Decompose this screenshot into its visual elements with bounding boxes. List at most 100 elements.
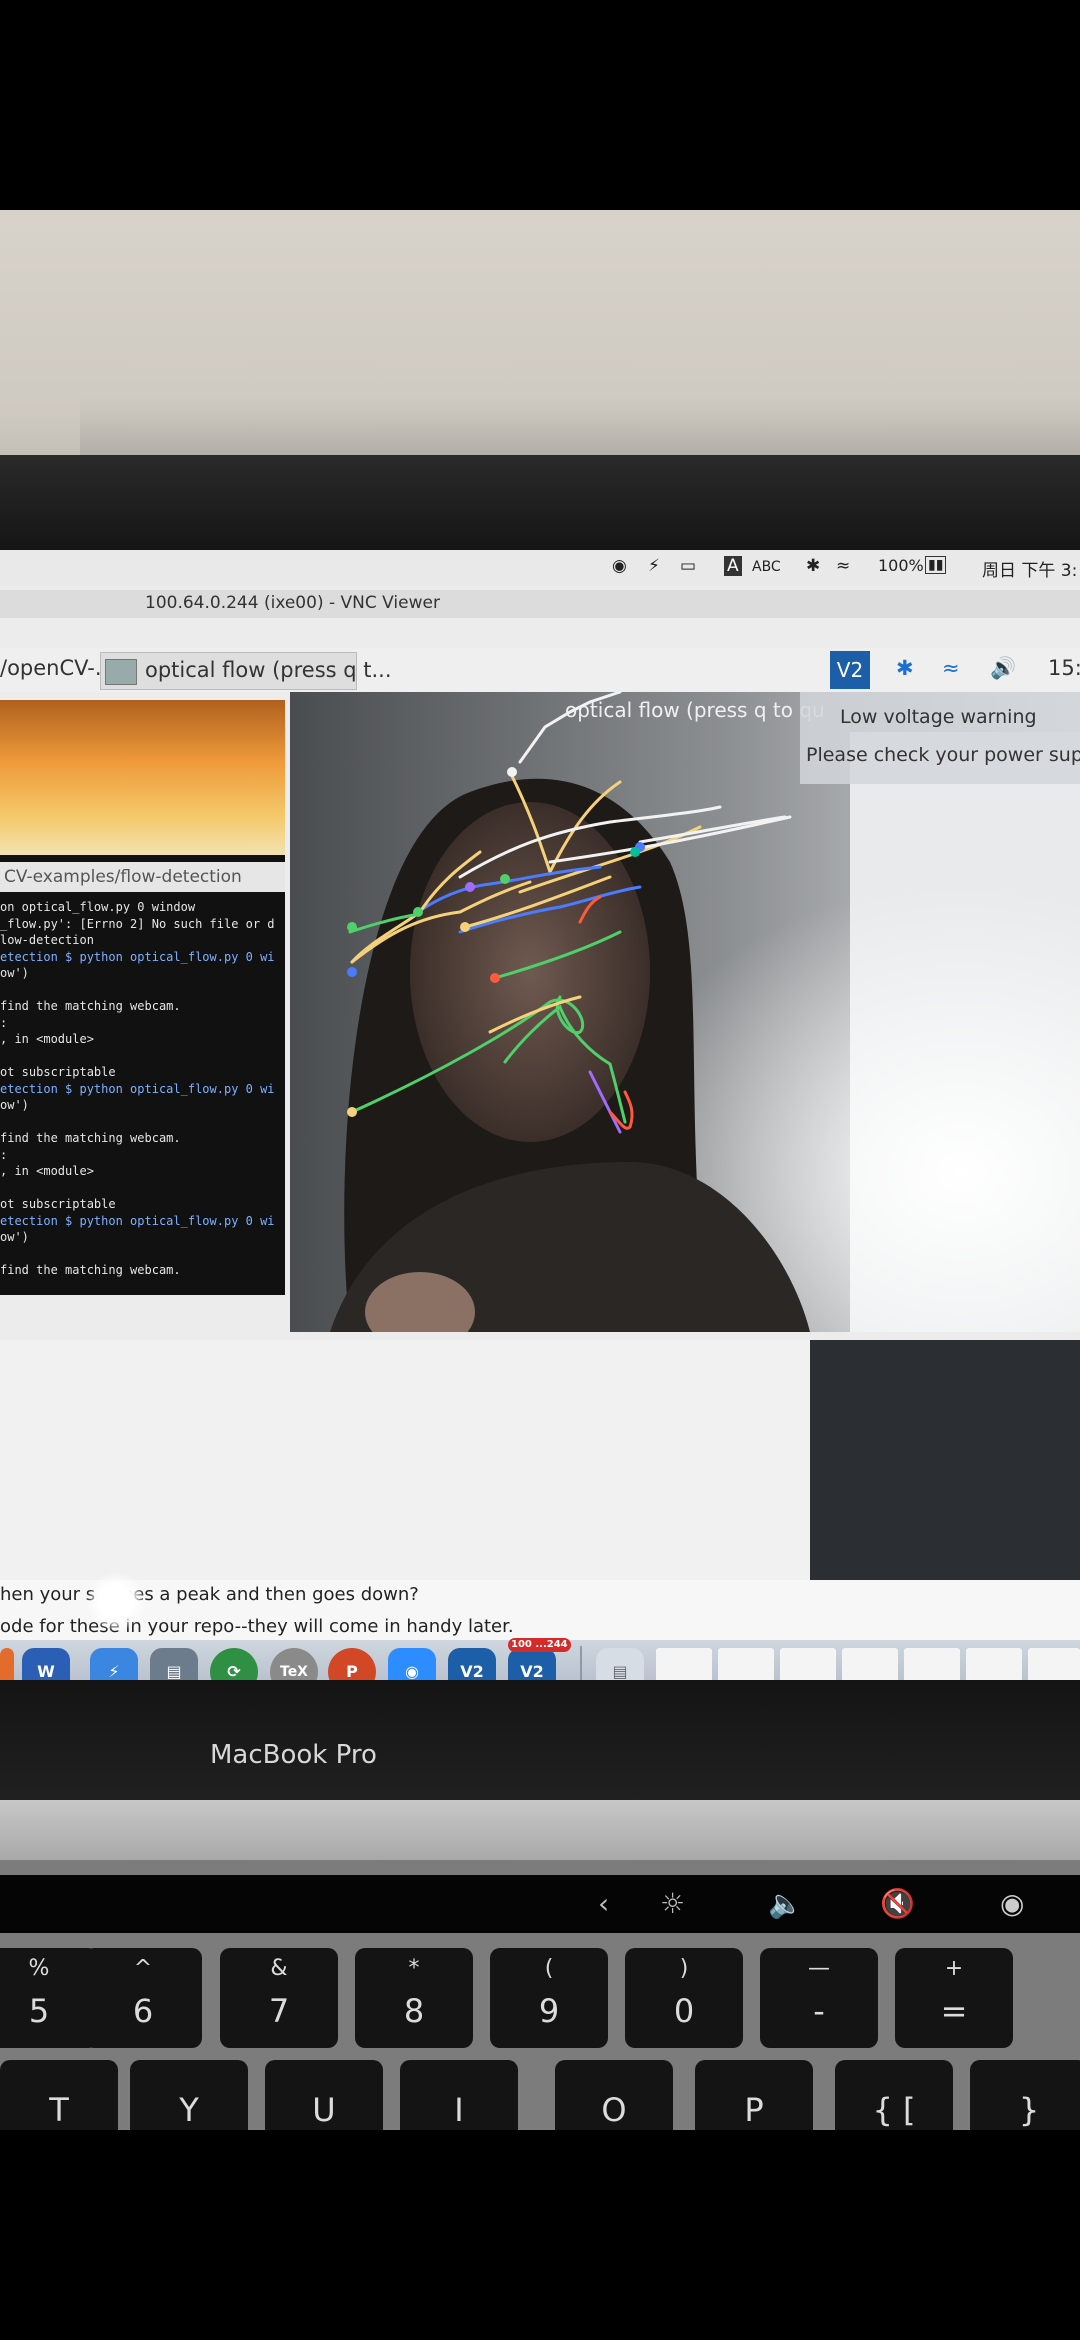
camera-icon[interactable]: ◉ [612,556,627,576]
mac-menubar: ◉ ⚡ ▭ A ABC ✱ ≈ 100% ▮▮ 周日 下午 3: [0,550,1080,586]
key[interactable]: P [695,2060,813,2130]
key-label: 8 [403,1992,425,2030]
terminal-line: : [0,1015,8,1030]
airplay-icon[interactable]: ▭ [680,556,696,576]
laptop-bottom-bezel [0,1680,1080,1800]
tex-icon[interactable]: TeX [270,1648,318,1680]
dock-badge: 100 ...244 [508,1638,571,1652]
window-thumbnail[interactable] [656,1648,712,1680]
window-thumbnail[interactable] [1028,1648,1080,1680]
menubar-clock[interactable]: 周日 下午 3: [982,556,1077,581]
input-a-icon[interactable]: A [724,556,742,576]
taskbar-optical-flow-task[interactable]: optical flow (press q t... [100,652,392,690]
terminal-line: low-detection [0,933,94,947]
glare-spot [86,1572,146,1632]
background-webpage: hen your s aches a peak and then goes do… [0,1572,1080,1640]
terminal-line: : [0,1147,8,1162]
letter-key-row: T Y U I O P { [} [0,2060,1080,2130]
webpage-line-2: ode for these in your repo--they will co… [0,1616,514,1637]
touch-bar: ‹ ☼ 🔈 🔇 ◉ [0,1875,1080,1933]
key[interactable]: * 8 [355,1948,473,2048]
key[interactable]: — - [760,1948,878,2048]
key-shift-label: & [270,1956,288,1981]
key[interactable]: ) 0 [625,1948,743,2048]
key[interactable]: T [0,2060,118,2130]
vnc-viewer-icon[interactable]: V2 [448,1648,496,1680]
lightning-app-icon[interactable]: ⚡ [90,1648,138,1680]
terminal-line: on optical_flow.py 0 window [0,900,196,914]
terminal-line: ot subscriptable [0,1197,116,1211]
image-capture-icon[interactable]: ▤ [150,1648,198,1680]
key[interactable]: I [400,2060,518,2130]
window-thumbnail[interactable] [718,1648,774,1680]
macbook-model-label: MacBook Pro [210,1740,377,1770]
window-thumbnail[interactable] [842,1648,898,1680]
sync-app-icon[interactable]: ⟳ [210,1648,258,1680]
key-shift-label: + [944,1956,964,1981]
terminal-line: ow') [0,1230,29,1244]
mute-icon[interactable]: 🔇 [880,1887,915,1920]
taskbar-clock[interactable]: 15: [1048,656,1080,680]
window-thumbnail[interactable] [780,1648,836,1680]
key-label: 0 [673,1992,695,2030]
number-key-row: % 5 ^ 6 & 7 * 8(9) 0— - + = [0,1948,1080,2048]
terminal-line: etection $ python optical_flow.py 0 wi [0,1081,275,1096]
key[interactable]: O [555,2060,673,2130]
brightness-icon[interactable]: ☼ [660,1887,685,1920]
dock-divider [580,1646,582,1680]
bluetooth-icon[interactable]: ✱ [806,556,820,576]
bluetooth-icon[interactable]: ✱ [896,656,914,680]
word-icon[interactable]: W [22,1648,70,1680]
key-shift-label: ( [544,1956,554,1981]
terminal-line: find the matching webcam. [0,1263,181,1277]
terminal-path-bar: CV-examples/flow-detection [0,862,285,892]
key[interactable]: } [970,2060,1080,2130]
terminal-window[interactable]: CV-examples/flow-detection on optical_fl… [0,700,285,1295]
dock-app-icon[interactable] [0,1648,14,1680]
desktop-wallpaper [0,700,285,855]
video-window-title: optical flow (press q to qu [565,698,825,722]
low-voltage-notification[interactable]: Low voltage warning Please check your po… [800,692,1080,784]
wifi-icon[interactable]: ≈ [836,556,850,576]
window-thumbnail[interactable] [966,1648,1022,1680]
terminal-line: etection $ python optical_flow.py 0 wi [0,1213,275,1228]
volume-icon[interactable]: 🔈 [768,1887,803,1920]
chevron-left-icon[interactable]: ‹ [598,1887,609,1920]
taskbar-terminal-task[interactable]: /openCV-... [0,656,115,680]
key[interactable]: Y [130,2060,248,2130]
window-icon [105,659,137,685]
wifi-icon[interactable]: ≈ [942,656,960,680]
key-shift-label: ) [679,1956,689,1981]
key[interactable]: & 7 [220,1948,338,2048]
terminal-line: _flow.py': [Errno 2] No such file or d [0,916,275,931]
powerpoint-icon[interactable]: P [328,1648,376,1680]
key-label: 6 [132,1992,154,2030]
key[interactable]: + = [895,1948,1013,2048]
folder-stack-icon[interactable]: ▤ [596,1648,644,1680]
battery-icon[interactable]: ▮▮ [925,556,947,574]
key[interactable]: { [ [835,2060,953,2130]
key-label: = [940,1992,968,2030]
pi-taskbar: /openCV-... optical flow (press q t... V… [0,648,1080,692]
vnc-window-titlebar: 100.64.0.244 (ixe00) - VNC Viewer [0,590,1080,618]
optical-flow-video[interactable]: optical flow (press q to qu Low voltage … [290,692,1080,1332]
terminal-line: , in <module> [0,1032,94,1046]
vnc-tray-icon[interactable]: V2 [830,651,870,689]
lightning-icon[interactable]: ⚡ [648,556,660,576]
key[interactable]: ^ 6 [84,1948,202,2048]
key-label: 9 [538,1992,560,2030]
key[interactable]: (9 [490,1948,608,2048]
battery-percent[interactable]: 100% [878,556,924,575]
terminal-line: etection $ python optical_flow.py 0 wi [0,949,275,964]
volume-icon[interactable]: 🔊 [990,656,1016,681]
mac-dock: W ⚡ ▤ ⟳ TeX P ◉ V2 V2 100 ...244 ▤ [0,1638,1080,1680]
notification-body: Please check your power supp [806,744,1080,766]
vnc-session-icon[interactable]: V2 100 ...244 [508,1638,571,1680]
input-source-label[interactable]: ABC [752,559,781,575]
zoom-icon[interactable]: ◉ [388,1648,436,1680]
key-shift-label: * [408,1956,420,1981]
window-thumbnail[interactable] [904,1648,960,1680]
key[interactable]: U [265,2060,383,2130]
siri-icon[interactable]: ◉ [1000,1887,1024,1920]
dock-vnc-label: V2 [520,1662,544,1680]
